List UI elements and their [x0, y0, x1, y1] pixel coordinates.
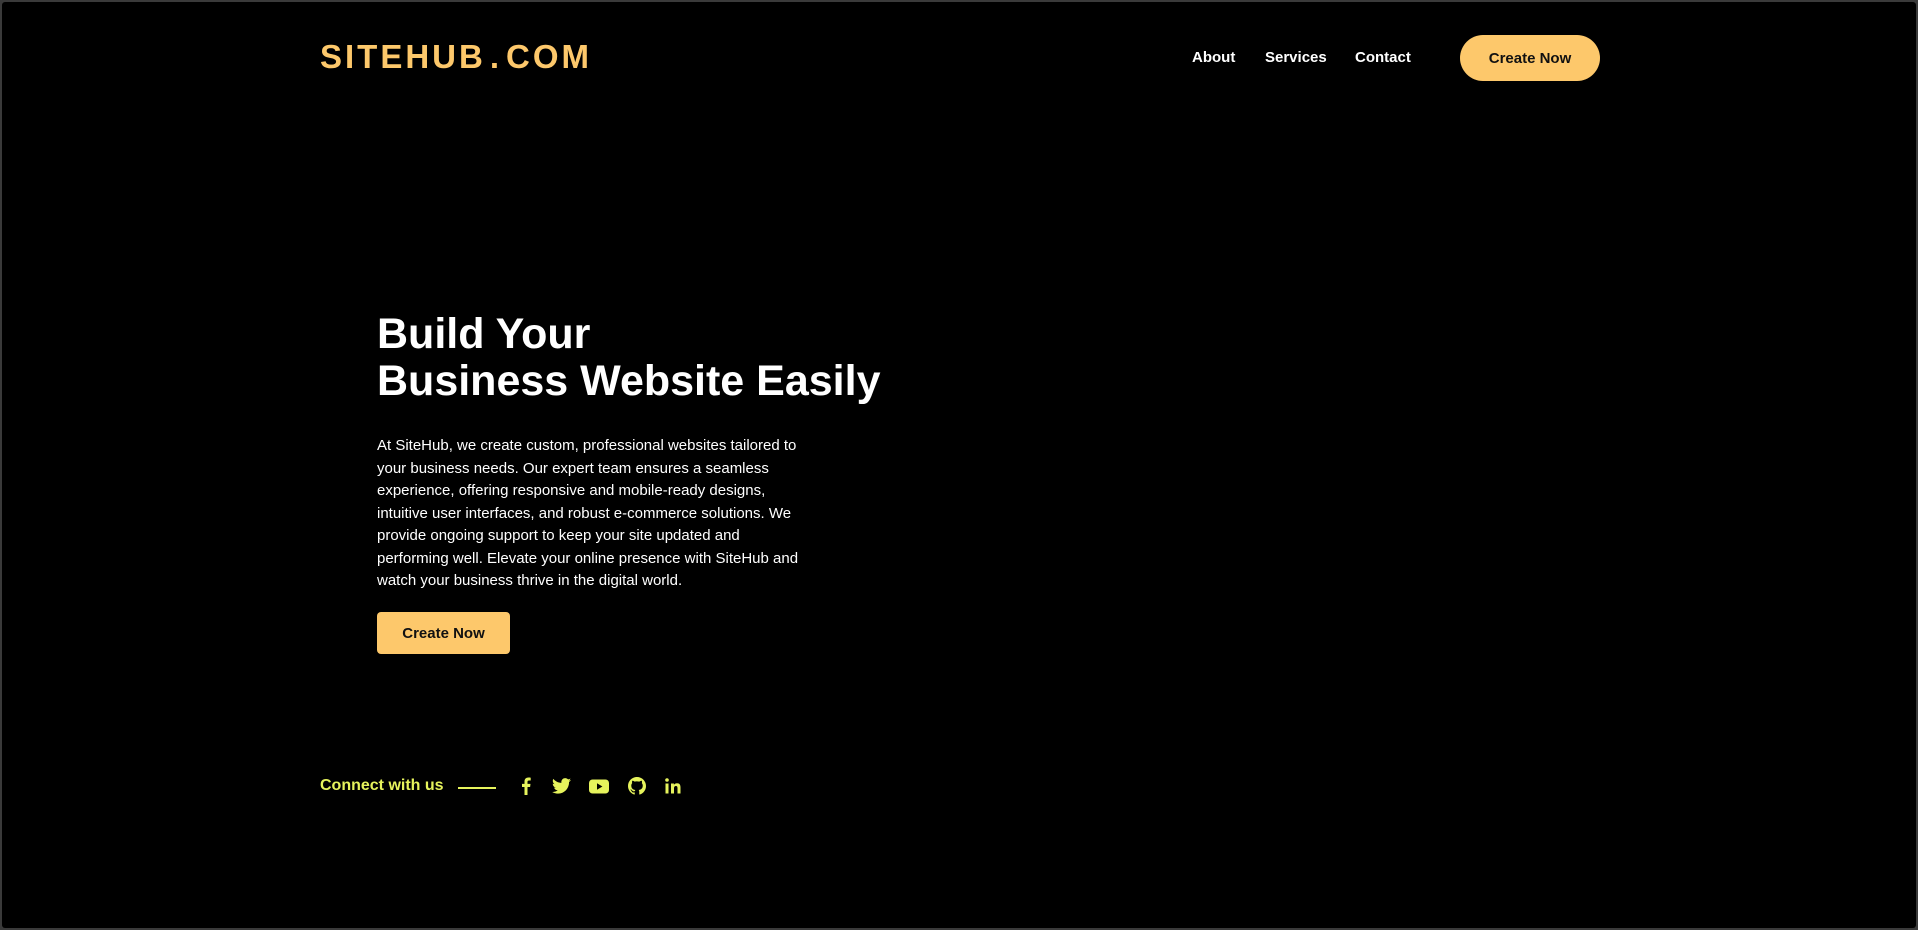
- hero-title: Build Your Business Website Easily: [377, 311, 881, 405]
- connect-label: Connect with us: [320, 777, 444, 794]
- hero-title-line-2: Business Website Easily: [377, 357, 881, 405]
- hero-description: At SiteHub, we create custom, profession…: [377, 437, 799, 589]
- logo-tld-text: COM: [506, 38, 593, 75]
- nav-link-about[interactable]: About: [1192, 49, 1235, 66]
- github-icon[interactable]: [626, 775, 648, 797]
- header-create-now-button[interactable]: Create Now: [1460, 35, 1600, 81]
- logo-dot: .: [489, 38, 503, 75]
- youtube-icon[interactable]: [587, 775, 611, 797]
- facebook-icon[interactable]: [517, 775, 535, 797]
- hero-create-now-button[interactable]: Create Now: [377, 612, 510, 654]
- connect-divider-line: [458, 787, 496, 789]
- logo-main-text: SITEHUB: [320, 38, 486, 75]
- hero-title-line-1: Build Your: [377, 310, 591, 358]
- nav-link-contact[interactable]: Contact: [1355, 49, 1411, 66]
- linkedin-icon[interactable]: [662, 775, 684, 797]
- twitter-icon[interactable]: [550, 775, 572, 797]
- site-logo[interactable]: SITEHUB. COM: [320, 38, 592, 76]
- page-frame: SITEHUB. COM About Services Contact Creat…: [2, 2, 1916, 928]
- nav-link-services[interactable]: Services: [1265, 49, 1327, 66]
